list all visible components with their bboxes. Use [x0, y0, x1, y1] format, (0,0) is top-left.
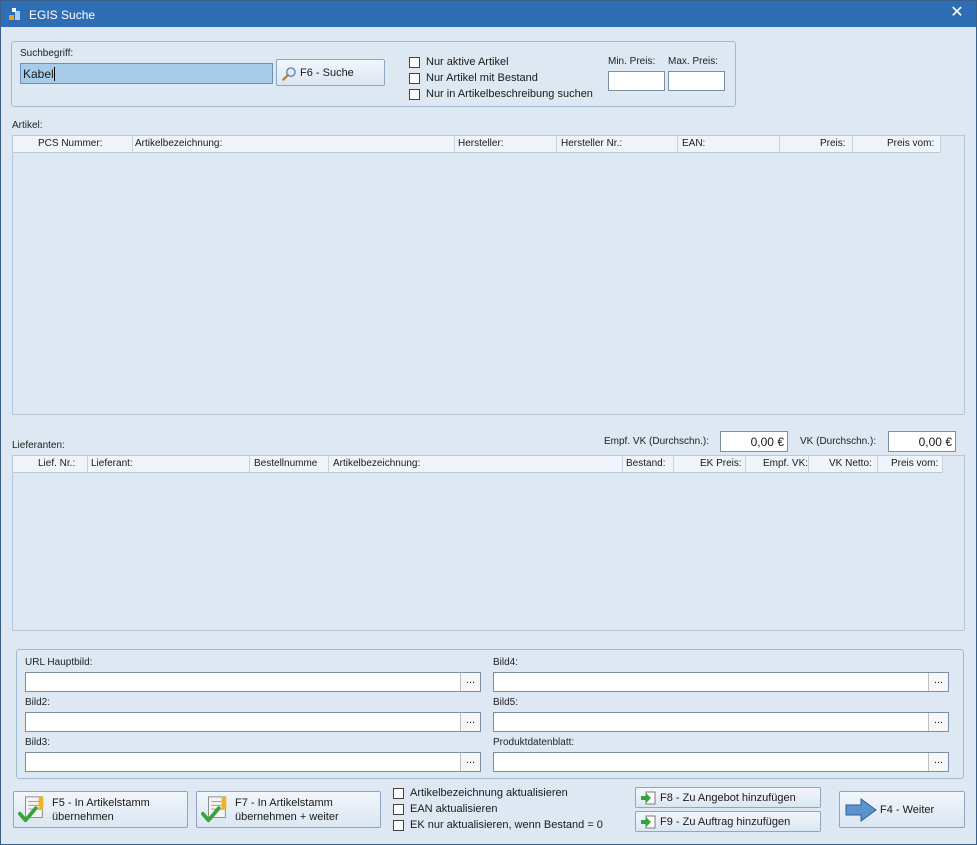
only-stock-checkbox[interactable] [409, 73, 420, 84]
search-input-value: Kabel [23, 67, 54, 81]
search-button-label: F6 - Suche [300, 67, 354, 79]
egis-app-icon [9, 8, 20, 20]
datasheet-label: Produktdatenblatt: [493, 737, 575, 748]
col-order-number[interactable]: Bestellnumme [254, 458, 317, 469]
f5-take-over-button[interactable]: F5 - In Artikelstamm übernehmen [13, 791, 188, 828]
f9-label: F9 - Zu Auftrag hinzufügen [660, 816, 791, 828]
bild5-input[interactable]: ... [493, 712, 949, 732]
articles-label: Artikel: [12, 120, 43, 131]
col-supplier-price-date[interactable]: Preis vom: [891, 458, 938, 469]
min-price-input[interactable] [608, 71, 665, 91]
bild3-input[interactable]: ... [25, 752, 481, 772]
col-stock[interactable]: Bestand: [626, 458, 665, 469]
bild2-input[interactable]: ... [25, 712, 481, 732]
update-ek-checkbox[interactable] [393, 820, 404, 831]
only-active-label: Nur aktive Artikel [426, 56, 509, 68]
images-group: URL Hauptbild: ... Bild2: ... Bild3: ...… [16, 649, 964, 779]
bild4-label: Bild4: [493, 657, 519, 668]
col-supplier[interactable]: Lieferant: [91, 458, 133, 469]
update-ean-checkbox[interactable] [393, 804, 404, 815]
col-supplier-article-description[interactable]: Artikelbezeichnung: [333, 458, 420, 469]
col-supplier-number[interactable]: Lief. Nr.: [38, 458, 75, 469]
f4-next-button[interactable]: F4 - Weiter [839, 791, 965, 828]
datasheet-browse-button[interactable]: ... [928, 753, 948, 771]
close-icon[interactable]: ✕ [948, 4, 966, 22]
col-pcs-number[interactable]: PCS Nummer: [38, 138, 102, 149]
f7-take-over-next-button[interactable]: F7 - In Artikelstamm übernehmen + weiter [196, 791, 381, 828]
min-price-label: Min. Preis: [608, 56, 656, 67]
max-price-input[interactable] [668, 71, 725, 91]
green-arrow-into-box-icon [641, 791, 656, 805]
col-article-description[interactable]: Artikelbezeichnung: [135, 138, 222, 149]
f5-label-line1: F5 - In Artikelstamm [52, 797, 150, 809]
url-main-image-input[interactable]: ... [25, 672, 481, 692]
articles-grid[interactable]: PCS Nummer: Artikelbezeichnung: Herstell… [12, 135, 965, 415]
only-description-checkbox[interactable] [409, 89, 420, 100]
title-bar: EGIS Suche ✕ [1, 1, 976, 27]
col-empf-vk[interactable]: Empf. VK: [763, 458, 808, 469]
update-ean-label: EAN aktualisieren [410, 803, 498, 815]
suppliers-grid[interactable]: Lief. Nr.: Lieferant: Bestellnumme Artik… [12, 455, 965, 631]
search-button[interactable]: F6 - Suche [276, 59, 385, 86]
col-manufacturer[interactable]: Hersteller: [458, 138, 504, 149]
f4-label: F4 - Weiter [880, 804, 935, 816]
col-price-date[interactable]: Preis vom: [887, 138, 934, 149]
egis-search-window: EGIS Suche ✕ Suchbegriff: Kabel F6 - Suc… [0, 0, 977, 845]
f7-label-line1: F7 - In Artikelstamm [235, 797, 333, 809]
url-main-image-browse-button[interactable]: ... [460, 673, 480, 691]
update-description-checkbox[interactable] [393, 788, 404, 799]
col-ek-price[interactable]: EK Preis: [700, 458, 742, 469]
suppliers-label: Lieferanten: [12, 440, 65, 451]
col-price[interactable]: Preis: [820, 138, 846, 149]
max-price-label: Max. Preis: [668, 56, 719, 67]
vk-label: VK (Durchschn.): [800, 436, 877, 447]
bild2-browse-button[interactable]: ... [460, 713, 480, 731]
update-description-label: Artikelbezeichnung aktualisieren [410, 787, 568, 799]
col-vk-netto[interactable]: VK Netto: [829, 458, 872, 469]
search-term-label: Suchbegriff: [20, 48, 74, 59]
only-active-checkbox[interactable] [409, 57, 420, 68]
f5-label-line2: übernehmen [52, 811, 114, 823]
vk-field: 0,00 € [888, 431, 956, 452]
suppliers-grid-header: Lief. Nr.: Lieferant: Bestellnumme Artik… [13, 456, 943, 473]
empf-vk-label: Empf. VK (Durchschn.): [604, 436, 710, 447]
bild5-browse-button[interactable]: ... [928, 713, 948, 731]
bild2-label: Bild2: [25, 697, 51, 708]
only-description-label: Nur in Artikelbeschreibung suchen [426, 88, 593, 100]
only-stock-label: Nur Artikel mit Bestand [426, 72, 538, 84]
empf-vk-value: 0,00 € [750, 435, 784, 449]
bild5-label: Bild5: [493, 697, 519, 708]
bild4-browse-button[interactable]: ... [928, 673, 948, 691]
checklist-warning-icon [201, 796, 227, 823]
vk-value: 0,00 € [918, 435, 952, 449]
search-input[interactable]: Kabel [20, 63, 273, 84]
update-ek-label: EK nur aktualisieren, wenn Bestand = 0 [410, 819, 603, 831]
green-arrow-into-box-icon [641, 815, 656, 829]
bild3-label: Bild3: [25, 737, 51, 748]
text-cursor [54, 67, 55, 81]
col-ean[interactable]: EAN: [682, 138, 705, 149]
f8-add-to-offer-button[interactable]: F8 - Zu Angebot hinzufügen [635, 787, 821, 808]
magnifier-icon [282, 67, 296, 81]
empf-vk-field: 0,00 € [720, 431, 788, 452]
window-title: EGIS Suche [29, 8, 96, 22]
articles-grid-header: PCS Nummer: Artikelbezeichnung: Herstell… [13, 136, 941, 153]
bild3-browse-button[interactable]: ... [460, 753, 480, 771]
f7-label-line2: übernehmen + weiter [235, 811, 339, 823]
blue-arrow-right-icon [845, 798, 877, 822]
search-group: Suchbegriff: Kabel F6 - Suche Nur aktive… [11, 41, 736, 107]
datasheet-input[interactable]: ... [493, 752, 949, 772]
checklist-warning-icon [18, 796, 44, 823]
url-main-image-label: URL Hauptbild: [25, 657, 93, 668]
bild4-input[interactable]: ... [493, 672, 949, 692]
f9-add-to-order-button[interactable]: F9 - Zu Auftrag hinzufügen [635, 811, 821, 832]
col-manufacturer-number[interactable]: Hersteller Nr.: [561, 138, 622, 149]
f8-label: F8 - Zu Angebot hinzufügen [660, 792, 796, 804]
